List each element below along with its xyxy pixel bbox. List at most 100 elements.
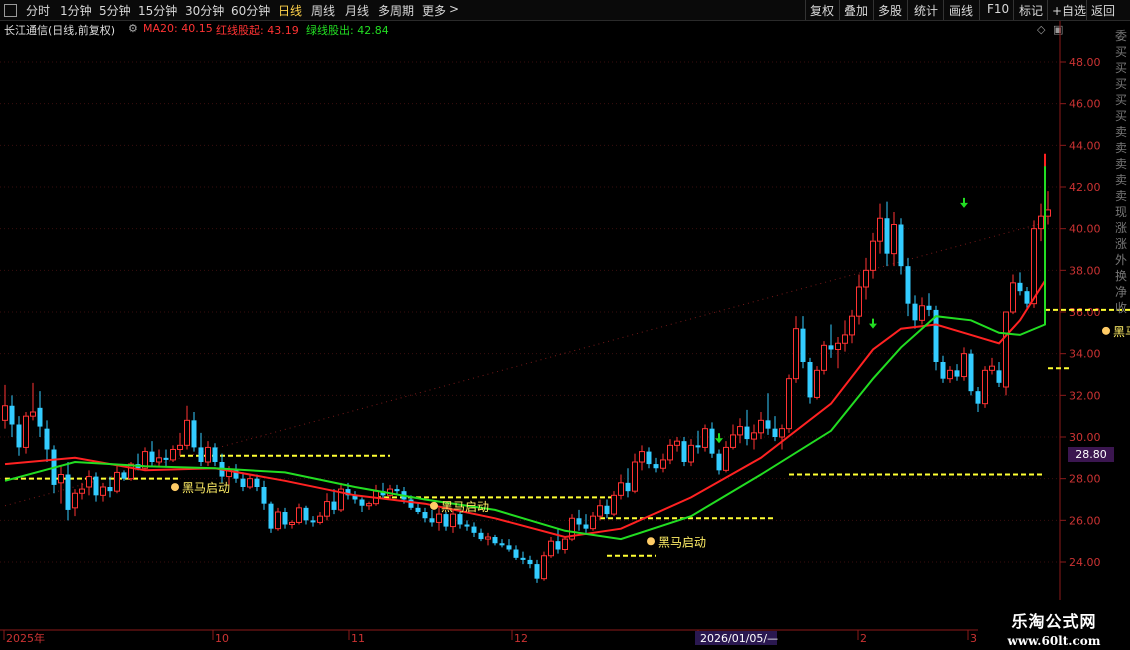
candle-body-11: [79, 488, 85, 494]
candle-body-111: [779, 428, 785, 438]
hand-pointer-icon-0: [171, 483, 179, 492]
quote-strip-char-15: 换: [1115, 269, 1128, 283]
candle-body-142: [996, 370, 1002, 383]
candle-body-135: [947, 369, 953, 380]
candle-body-51: [359, 499, 365, 506]
candle-body-90: [632, 461, 638, 492]
candle-body-91: [639, 451, 645, 463]
quote-strip-char-11: 现: [1115, 205, 1128, 219]
candle-body-143: [1003, 311, 1009, 388]
y-tick-label-2: 28.00: [1069, 473, 1101, 486]
candle-body-119: [835, 342, 841, 350]
candle-body-60: [422, 512, 428, 519]
down-arrow-icon-0: [715, 433, 723, 444]
current-price-marker: 28.80: [1068, 447, 1114, 462]
quote-strip-char-12: 涨: [1115, 221, 1128, 235]
candle-body-52: [366, 503, 372, 507]
f10-button[interactable]: F10: [987, 2, 1009, 16]
candle-body-93: [653, 464, 659, 469]
back-button[interactable]: 返回: [1091, 2, 1115, 19]
menu-box-icon[interactable]: [4, 4, 17, 17]
candle-body-120: [842, 334, 848, 344]
y-tick-label-0: 24.00: [1069, 556, 1101, 569]
candle-body-38: [268, 503, 274, 529]
tab-60min[interactable]: 60分钟: [231, 2, 270, 19]
tab-daily[interactable]: 日线: [278, 2, 302, 19]
candle-body-28: [198, 447, 204, 462]
candle-body-70: [492, 537, 498, 544]
candle-body-14: [100, 486, 106, 496]
candle-body-99: [695, 445, 701, 448]
candle-body-22: [156, 457, 162, 463]
horse-label-1: 黑马启动: [441, 500, 489, 514]
candle-body-131: [919, 305, 925, 321]
watermark: 乐淘公式网 www.60lt.com: [978, 600, 1130, 650]
y-tick-label-5: 34.00: [1069, 348, 1101, 361]
candle-body-0: [2, 405, 8, 421]
overlay-button[interactable]: 叠加: [844, 2, 868, 19]
candle-body-112: [786, 378, 792, 430]
candle-body-134: [940, 362, 946, 379]
candle-body-29: [205, 446, 211, 463]
draw-line-button[interactable]: 画线: [949, 2, 973, 19]
candle-body-80: [562, 538, 568, 550]
candle-body-45: [317, 515, 323, 523]
quote-strip-char-10: 卖: [1115, 189, 1128, 203]
candle-body-37: [261, 487, 267, 504]
hand-pointer-icon-3: [1102, 326, 1110, 335]
y-tick-label-1: 26.00: [1069, 514, 1101, 527]
candle-body-10: [72, 492, 78, 509]
x-tick-label-6: 2: [860, 632, 867, 645]
candle-body-16: [114, 471, 120, 492]
candle-body-124: [870, 240, 876, 271]
candle-body-86: [604, 505, 610, 515]
candle-body-95: [667, 444, 673, 461]
candle-body-66: [464, 524, 470, 527]
mark-button[interactable]: 标记: [1019, 2, 1043, 19]
candle-body-56: [394, 489, 400, 492]
candle-body-34: [240, 478, 246, 487]
horse-label-2: 黑马启动: [658, 535, 706, 549]
quote-strip-char-9: 卖: [1115, 173, 1128, 187]
candle-body-61: [429, 518, 435, 523]
candle-body-25: [177, 444, 183, 451]
candle-body-149: [1045, 209, 1051, 217]
tab-5min[interactable]: 5分钟: [99, 2, 131, 19]
tab-monthly[interactable]: 月线: [345, 2, 369, 19]
tab-30min[interactable]: 30分钟: [185, 2, 224, 19]
candle-body-5: [37, 407, 43, 427]
tab-weekly[interactable]: 周线: [311, 2, 335, 19]
candle-body-102: [716, 453, 722, 471]
candle-body-6: [44, 428, 50, 450]
candle-body-117: [821, 344, 827, 371]
candle-body-71: [499, 543, 505, 546]
candle-body-130: [912, 303, 918, 321]
add-watchlist-button[interactable]: +自选: [1052, 2, 1086, 19]
candle-body-30: [212, 447, 218, 462]
candle-body-78: [548, 540, 554, 557]
fuquan-button[interactable]: 复权: [810, 2, 834, 19]
tab-15min[interactable]: 15分钟: [138, 2, 177, 19]
tab-more[interactable]: 更多: [422, 2, 446, 19]
candle-body-87: [611, 494, 617, 515]
candle-body-122: [856, 286, 862, 317]
candle-body-125: [877, 217, 883, 242]
candle-body-15: [107, 487, 113, 492]
candle-body-110: [772, 428, 778, 437]
candle-body-138: [968, 353, 974, 392]
candle-body-94: [660, 459, 666, 469]
tab-fenshi[interactable]: 分时: [26, 2, 50, 19]
tab-multi-period[interactable]: 多周期: [378, 2, 414, 19]
stats-button[interactable]: 统计: [914, 2, 938, 19]
candle-body-9: [65, 474, 71, 510]
candle-body-114: [800, 328, 806, 362]
chevron-right-icon[interactable]: >: [449, 2, 459, 16]
tab-1min[interactable]: 1分钟: [60, 2, 92, 19]
x-tick-label-4: 2026/01/05/—: [700, 632, 778, 645]
down-arrow-icon-2: [960, 197, 968, 208]
candle-body-65: [457, 514, 463, 525]
quote-strip-char-5: 买: [1115, 109, 1128, 123]
kline-chart[interactable]: 24.00 26.00 28.00 30.00 32.00 34.00 36.00 38.00…: [0, 21, 1130, 650]
multi-stock-button[interactable]: 多股: [878, 2, 902, 19]
candle-body-68: [478, 532, 484, 540]
